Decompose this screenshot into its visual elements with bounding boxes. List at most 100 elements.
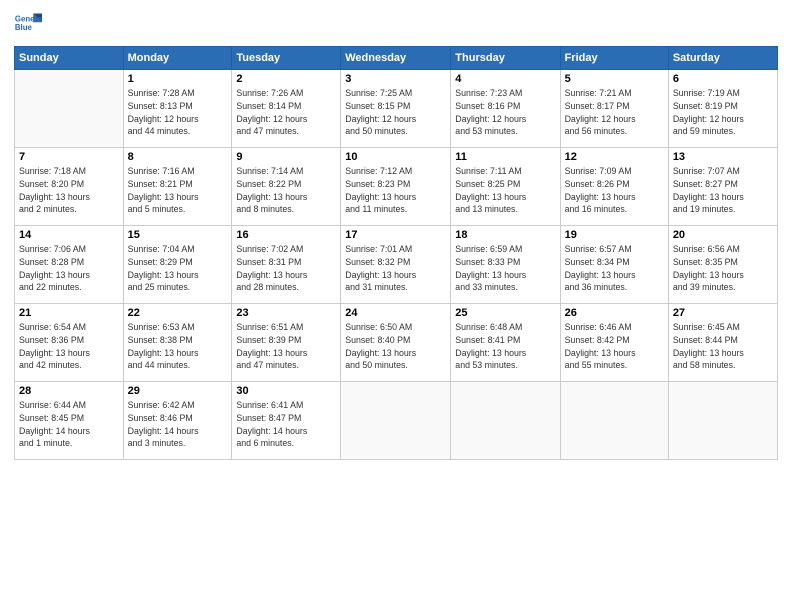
calendar-cell: 29 Sunrise: 6:42 AM Sunset: 8:46 PM Dayli…	[123, 382, 232, 460]
day-number: 11	[455, 151, 555, 163]
weekday-header: Monday	[123, 47, 232, 70]
day-info: Sunrise: 7:19 AM Sunset: 8:19 PM Dayligh…	[673, 87, 773, 138]
day-info: Sunrise: 7:16 AM Sunset: 8:21 PM Dayligh…	[128, 165, 228, 216]
calendar-body: 1Sunrise: 7:28 AM Sunset: 8:13 PM Daylig…	[15, 70, 778, 460]
day-number: 30	[236, 385, 336, 397]
day-info: Sunrise: 7:11 AM Sunset: 8:25 PM Dayligh…	[455, 165, 555, 216]
calendar-cell	[15, 70, 124, 148]
calendar-cell: 15 Sunrise: 7:04 AM Sunset: 8:29 PM Dayli…	[123, 226, 232, 304]
weekday-header: Saturday	[668, 47, 777, 70]
day-info: Sunrise: 7:25 AM Sunset: 8:15 PM Dayligh…	[345, 87, 446, 138]
day-number: 23	[236, 307, 336, 319]
day-info: Sunrise: 6:53 AM Sunset: 8:38 PM Dayligh…	[128, 321, 228, 372]
day-number: 20	[673, 229, 773, 241]
day-info: Sunrise: 6:57 AM Sunset: 8:34 PM Dayligh…	[565, 243, 664, 294]
day-number: 19	[565, 229, 664, 241]
calendar-week-row: 7 Sunrise: 7:18 AM Sunset: 8:20 PM Daylig…	[15, 148, 778, 226]
day-info: Sunrise: 6:54 AM Sunset: 8:36 PM Dayligh…	[19, 321, 119, 372]
header: General Blue	[14, 10, 778, 38]
calendar-cell	[451, 382, 560, 460]
calendar-cell: 1Sunrise: 7:28 AM Sunset: 8:13 PM Daylig…	[123, 70, 232, 148]
calendar-week-row: 28Sunrise: 6:44 AM Sunset: 8:45 PM Dayli…	[15, 382, 778, 460]
day-number: 28	[19, 385, 119, 397]
day-info: Sunrise: 7:26 AM Sunset: 8:14 PM Dayligh…	[236, 87, 336, 138]
day-number: 1	[128, 73, 228, 85]
svg-text:Blue: Blue	[15, 23, 33, 32]
day-number: 21	[19, 307, 119, 319]
day-info: Sunrise: 6:48 AM Sunset: 8:41 PM Dayligh…	[455, 321, 555, 372]
calendar-cell: 25 Sunrise: 6:48 AM Sunset: 8:41 PM Dayli…	[451, 304, 560, 382]
calendar-table: SundayMondayTuesdayWednesdayThursdayFrid…	[14, 46, 778, 460]
calendar-cell: 22Sunrise: 6:53 AM Sunset: 8:38 PM Dayli…	[123, 304, 232, 382]
calendar-cell	[668, 382, 777, 460]
calendar-cell: 3 Sunrise: 7:25 AM Sunset: 8:15 PM Daylig…	[341, 70, 451, 148]
calendar-cell: 14Sunrise: 7:06 AM Sunset: 8:28 PM Dayli…	[15, 226, 124, 304]
day-number: 15	[128, 229, 228, 241]
calendar-container: General Blue SundayMondayTuesdayWednesda…	[0, 0, 792, 612]
calendar-week-row: 14Sunrise: 7:06 AM Sunset: 8:28 PM Dayli…	[15, 226, 778, 304]
day-info: Sunrise: 7:07 AM Sunset: 8:27 PM Dayligh…	[673, 165, 773, 216]
day-number: 26	[565, 307, 664, 319]
calendar-cell: 12 Sunrise: 7:09 AM Sunset: 8:26 PM Dayli…	[560, 148, 668, 226]
calendar-cell: 30 Sunrise: 6:41 AM Sunset: 8:47 PM Dayli…	[232, 382, 341, 460]
day-number: 5	[565, 73, 664, 85]
day-number: 27	[673, 307, 773, 319]
day-info: Sunrise: 7:23 AM Sunset: 8:16 PM Dayligh…	[455, 87, 555, 138]
svg-text:General: General	[15, 14, 42, 23]
calendar-cell	[341, 382, 451, 460]
day-info: Sunrise: 7:18 AM Sunset: 8:20 PM Dayligh…	[19, 165, 119, 216]
day-number: 13	[673, 151, 773, 163]
day-info: Sunrise: 7:12 AM Sunset: 8:23 PM Dayligh…	[345, 165, 446, 216]
day-info: Sunrise: 6:41 AM Sunset: 8:47 PM Dayligh…	[236, 399, 336, 450]
calendar-cell: 20 Sunrise: 6:56 AM Sunset: 8:35 PM Dayli…	[668, 226, 777, 304]
day-info: Sunrise: 7:02 AM Sunset: 8:31 PM Dayligh…	[236, 243, 336, 294]
day-number: 18	[455, 229, 555, 241]
calendar-header: SundayMondayTuesdayWednesdayThursdayFrid…	[15, 47, 778, 70]
header-row: SundayMondayTuesdayWednesdayThursdayFrid…	[15, 47, 778, 70]
day-info: Sunrise: 6:45 AM Sunset: 8:44 PM Dayligh…	[673, 321, 773, 372]
day-info: Sunrise: 7:21 AM Sunset: 8:17 PM Dayligh…	[565, 87, 664, 138]
calendar-cell: 2 Sunrise: 7:26 AM Sunset: 8:14 PM Daylig…	[232, 70, 341, 148]
day-info: Sunrise: 7:14 AM Sunset: 8:22 PM Dayligh…	[236, 165, 336, 216]
calendar-cell: 11 Sunrise: 7:11 AM Sunset: 8:25 PM Dayli…	[451, 148, 560, 226]
calendar-cell: 19 Sunrise: 6:57 AM Sunset: 8:34 PM Dayli…	[560, 226, 668, 304]
day-info: Sunrise: 7:04 AM Sunset: 8:29 PM Dayligh…	[128, 243, 228, 294]
day-number: 10	[345, 151, 446, 163]
calendar-cell: 10 Sunrise: 7:12 AM Sunset: 8:23 PM Dayli…	[341, 148, 451, 226]
day-number: 6	[673, 73, 773, 85]
day-info: Sunrise: 6:51 AM Sunset: 8:39 PM Dayligh…	[236, 321, 336, 372]
calendar-cell: 18 Sunrise: 6:59 AM Sunset: 8:33 PM Dayli…	[451, 226, 560, 304]
calendar-cell: 21 Sunrise: 6:54 AM Sunset: 8:36 PM Dayli…	[15, 304, 124, 382]
calendar-cell: 16 Sunrise: 7:02 AM Sunset: 8:31 PM Dayli…	[232, 226, 341, 304]
day-number: 3	[345, 73, 446, 85]
day-info: Sunrise: 6:56 AM Sunset: 8:35 PM Dayligh…	[673, 243, 773, 294]
calendar-cell: 5 Sunrise: 7:21 AM Sunset: 8:17 PM Daylig…	[560, 70, 668, 148]
day-number: 2	[236, 73, 336, 85]
calendar-week-row: 21 Sunrise: 6:54 AM Sunset: 8:36 PM Dayli…	[15, 304, 778, 382]
calendar-cell: 17Sunrise: 7:01 AM Sunset: 8:32 PM Dayli…	[341, 226, 451, 304]
calendar-week-row: 1Sunrise: 7:28 AM Sunset: 8:13 PM Daylig…	[15, 70, 778, 148]
day-info: Sunrise: 7:06 AM Sunset: 8:28 PM Dayligh…	[19, 243, 119, 294]
calendar-cell: 23 Sunrise: 6:51 AM Sunset: 8:39 PM Dayli…	[232, 304, 341, 382]
day-info: Sunrise: 6:50 AM Sunset: 8:40 PM Dayligh…	[345, 321, 446, 372]
weekday-header: Thursday	[451, 47, 560, 70]
day-number: 29	[128, 385, 228, 397]
day-number: 24	[345, 307, 446, 319]
day-info: Sunrise: 7:09 AM Sunset: 8:26 PM Dayligh…	[565, 165, 664, 216]
day-info: Sunrise: 6:42 AM Sunset: 8:46 PM Dayligh…	[128, 399, 228, 450]
day-number: 12	[565, 151, 664, 163]
calendar-cell: 4 Sunrise: 7:23 AM Sunset: 8:16 PM Daylig…	[451, 70, 560, 148]
day-number: 7	[19, 151, 119, 163]
day-number: 9	[236, 151, 336, 163]
day-info: Sunrise: 6:59 AM Sunset: 8:33 PM Dayligh…	[455, 243, 555, 294]
day-number: 16	[236, 229, 336, 241]
calendar-cell: 13 Sunrise: 7:07 AM Sunset: 8:27 PM Dayli…	[668, 148, 777, 226]
day-number: 4	[455, 73, 555, 85]
weekday-header: Wednesday	[341, 47, 451, 70]
calendar-cell: 26Sunrise: 6:46 AM Sunset: 8:42 PM Dayli…	[560, 304, 668, 382]
calendar-cell: 8Sunrise: 7:16 AM Sunset: 8:21 PM Daylig…	[123, 148, 232, 226]
day-number: 25	[455, 307, 555, 319]
weekday-header: Sunday	[15, 47, 124, 70]
day-info: Sunrise: 7:01 AM Sunset: 8:32 PM Dayligh…	[345, 243, 446, 294]
calendar-cell: 6 Sunrise: 7:19 AM Sunset: 8:19 PM Daylig…	[668, 70, 777, 148]
